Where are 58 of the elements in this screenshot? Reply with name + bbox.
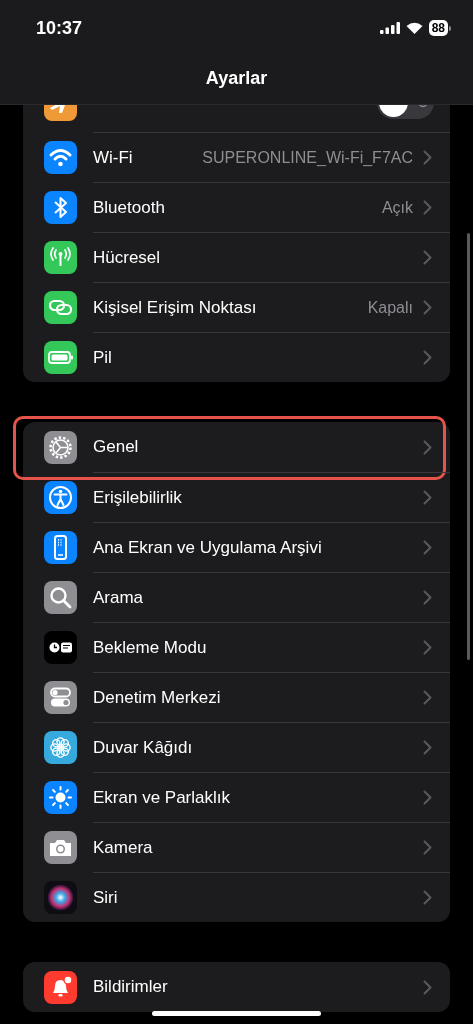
setting-label[interactable]: Pil (93, 347, 423, 368)
page-title: Ayarlar (204, 68, 269, 89)
battery-icon (44, 340, 77, 374)
signal-icon (379, 22, 400, 34)
setting-value: Açık (381, 198, 413, 217)
chevron-icon (423, 590, 432, 605)
orb-icon (44, 880, 77, 914)
chevron-icon (423, 439, 432, 455)
battery-indicator: 88 (428, 20, 451, 36)
setting-label[interactable]: Duvar Kâğıdı (93, 737, 423, 758)
chevron-icon (423, 740, 432, 755)
setting-label[interactable]: Bildirimler (93, 977, 423, 997)
bell-icon (44, 970, 77, 1004)
setting-label[interactable]: Erişilebilirlik (93, 487, 423, 508)
setting-label[interactable]: Siri (93, 887, 423, 908)
chevron-icon (423, 490, 432, 505)
link-icon (44, 290, 77, 324)
camera-icon (44, 830, 77, 864)
antenna-icon (44, 240, 77, 274)
setting-label[interactable]: Ana Ekran ve Uygulama Arşivi (93, 537, 423, 558)
chevron-icon (423, 690, 432, 705)
airplane-icon (44, 105, 77, 121)
setting-label[interactable]: Ekran ve Parlaklık (93, 787, 423, 808)
status-time: 10:37 (36, 17, 83, 39)
setting-label[interactable]: Bekleme Modu (93, 637, 423, 658)
phone-icon (44, 530, 77, 564)
setting-label[interactable]: Denetim Merkezi (93, 687, 423, 708)
chevron-icon (423, 790, 432, 805)
flower-icon (44, 730, 77, 764)
chevron-icon (423, 890, 432, 905)
setting-label[interactable]: Kamera (93, 837, 423, 858)
chevron-icon (423, 200, 432, 215)
search-icon (44, 580, 77, 614)
chevron-icon (423, 840, 432, 855)
setting-value: Kapalı (367, 298, 413, 317)
sun-icon (44, 780, 77, 814)
wifi-icon (44, 140, 77, 174)
chevron-icon (423, 300, 432, 315)
chevron-icon (423, 979, 432, 995)
setting-label[interactable]: Wi-Fi (93, 147, 203, 168)
setting-value: SUPERONLINE_Wi-Fi_F7AC (202, 148, 413, 167)
setting-label[interactable]: Kişisel Erişim Noktası (93, 297, 368, 318)
setting-label[interactable]: Hücresel (93, 247, 423, 268)
setting-label[interactable]: Bluetooth (93, 197, 382, 218)
chevron-icon (423, 150, 432, 165)
toggles-icon (44, 680, 77, 714)
setting-label[interactable]: Arama (93, 587, 423, 608)
chevron-icon (423, 250, 432, 265)
gear-icon (44, 430, 77, 464)
clock-widget-icon (44, 630, 77, 664)
chevron-icon (423, 350, 432, 365)
wifi-icon (405, 22, 423, 34)
bluetooth-icon (44, 190, 77, 224)
chevron-icon (423, 540, 432, 555)
setting-label[interactable]: Genel (93, 437, 423, 457)
toggle-switch[interactable] (377, 105, 434, 119)
chevron-icon (423, 640, 432, 655)
accessibility-icon (44, 480, 77, 514)
